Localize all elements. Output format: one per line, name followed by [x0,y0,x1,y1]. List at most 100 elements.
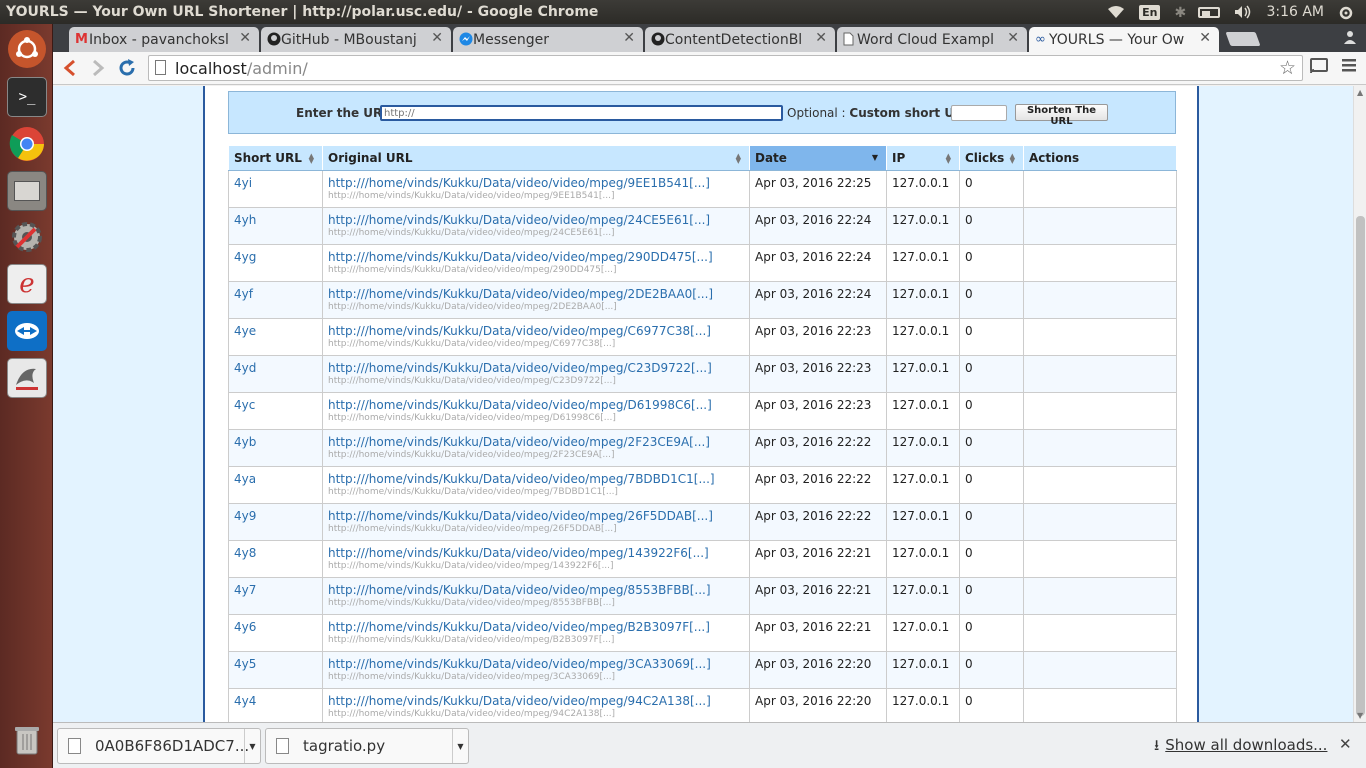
close-icon[interactable]: ✕ [431,30,443,46]
tab-inbox[interactable]: M Inbox - pavanchoksl ✕ [69,27,259,52]
reload-button[interactable] [115,56,139,80]
tab-messenger[interactable]: Messenger ✕ [453,27,643,52]
original-url-link[interactable]: http:///home/vinds/Kukku/Data/video/vide… [328,472,715,486]
column-header-ip[interactable]: IP ▲ ▼ [886,145,960,171]
sort-desc-icon: ▼ [871,153,878,162]
ip-cell: 127.0.0.1 [886,503,960,541]
vertical-scrollbar[interactable]: ▲ ▼ [1353,86,1366,722]
ip-cell: 127.0.0.1 [886,466,960,504]
ubuntu-dash-icon[interactable] [8,30,46,68]
clock[interactable]: 3:16 AM [1266,4,1324,20]
short-url-link[interactable]: 4ya [234,472,256,486]
optional-label: Optional : Custom short URL: [787,106,976,120]
scroll-up-icon[interactable]: ▲ [1357,88,1363,97]
menu-icon[interactable] [1341,57,1357,78]
date-cell: Apr 03, 2016 22:21 [749,614,887,652]
original-url-link[interactable]: http:///home/vinds/Kukku/Data/video/vide… [328,287,713,301]
original-url-link[interactable]: http:///home/vinds/Kukku/Data/video/vide… [328,657,711,671]
short-url-link[interactable]: 4yf [234,287,253,301]
short-url-link[interactable]: 4y7 [234,583,256,597]
close-icon[interactable]: ✕ [623,30,635,46]
show-all-downloads-link[interactable]: ⭳ Show all downloads... [1154,735,1327,760]
short-url-link[interactable]: 4yg [234,250,256,264]
original-url-link[interactable]: http:///home/vinds/Kukku/Data/video/vide… [328,620,710,634]
tab-yourls[interactable]: ∞ YOURLS — Your Ow ✕ [1029,27,1219,52]
teamviewer-icon[interactable] [7,311,47,351]
terminal-icon[interactable]: >_ [7,77,47,117]
tab-word-cloud[interactable]: Word Cloud Exampl ✕ [837,27,1027,52]
close-icon[interactable]: ✕ [1007,30,1019,46]
close-icon[interactable]: ✕ [239,30,251,46]
table-row: 4yh http:///home/vinds/Kukku/Data/video/v… [228,207,1177,245]
original-url-link[interactable]: http:///home/vinds/Kukku/Data/video/vide… [328,583,711,597]
bookmark-star-icon[interactable]: ☆ [1279,57,1296,79]
original-url-link[interactable]: http:///home/vinds/Kukku/Data/video/vide… [328,361,712,375]
short-url-link[interactable]: 4y9 [234,509,256,523]
date-cell: Apr 03, 2016 22:24 [749,244,887,282]
short-url-cell: 4ya [228,466,323,504]
scrollbar-thumb[interactable] [1356,216,1365,716]
download-item[interactable]: 0A0B6F86D1ADC7... ▼ [57,728,261,764]
battery-icon[interactable] [1198,6,1221,18]
original-url-link[interactable]: http:///home/vinds/Kukku/Data/video/vide… [328,324,711,338]
new-tab-button[interactable] [1225,32,1261,46]
short-url-link[interactable]: 4yd [234,361,256,375]
column-header-date[interactable]: Date ▼ [749,145,887,171]
profile-icon[interactable] [1342,29,1358,45]
download-item[interactable]: tagratio.py ▼ [265,728,469,764]
address-bar[interactable]: localhost/admin/ ☆ [148,55,1303,81]
forward-button[interactable] [86,56,110,80]
close-icon[interactable]: ✕ [1199,30,1211,46]
keyboard-layout-indicator[interactable]: En [1139,4,1161,20]
original-url-link[interactable]: http:///home/vinds/Kukku/Data/video/vide… [328,546,709,560]
volume-icon[interactable] [1234,5,1252,19]
short-url-cell: 4y5 [228,651,323,689]
short-url-link[interactable]: 4y5 [234,657,256,671]
short-url-link[interactable]: 4yh [234,213,256,227]
short-url-link[interactable]: 4y8 [234,546,256,560]
original-url-link[interactable]: http:///home/vinds/Kukku/Data/video/vide… [328,213,710,227]
original-url-link[interactable]: http:///home/vinds/Kukku/Data/video/vide… [328,176,710,190]
back-button[interactable] [58,56,82,80]
mysql-workbench-icon[interactable] [7,358,47,398]
chevron-down-icon[interactable]: ▼ [452,729,468,763]
shorten-url-button[interactable]: Shorten The URL [1015,104,1108,127]
short-url-link[interactable]: 4y6 [234,620,256,634]
column-header-clicks[interactable]: Clicks ▲ ▼ [959,145,1024,171]
text-editor-icon[interactable]: e [7,264,47,304]
power-gear-icon[interactable] [1338,5,1356,20]
page-icon [155,60,166,75]
short-url-link[interactable]: 4yb [234,435,256,449]
scroll-down-icon[interactable]: ▼ [1357,711,1363,720]
url-input[interactable] [380,105,783,121]
original-url-link[interactable]: http:///home/vinds/Kukku/Data/video/vide… [328,694,711,708]
short-url-link[interactable]: 4y4 [234,694,256,708]
short-url-link[interactable]: 4yi [234,176,252,190]
original-url-link[interactable]: http:///home/vinds/Kukku/Data/video/vide… [328,509,713,523]
short-url-link[interactable]: 4ye [234,324,256,338]
close-icon[interactable]: ✕ [1339,735,1352,753]
tab-contentdetection[interactable]: ContentDetectionBl ✕ [645,27,835,52]
window-title: YOURLS — Your Own URL Shortener | http:/… [6,4,599,20]
custom-short-url-input[interactable] [951,105,1007,121]
original-url-link[interactable]: http:///home/vinds/Kukku/Data/video/vide… [328,398,712,412]
tab-github-mboustanj[interactable]: GitHub - MBoustanj ✕ [261,27,451,52]
actions-cell [1023,577,1177,615]
bluetooth-icon[interactable]: ✱ [1174,5,1186,21]
original-url-cell: http:///home/vinds/Kukku/Data/video/vide… [322,577,750,615]
original-url-link[interactable]: http:///home/vinds/Kukku/Data/video/vide… [328,250,713,264]
table-row: 4ye http:///home/vinds/Kukku/Data/video/v… [228,318,1177,356]
original-url-link[interactable]: http:///home/vinds/Kukku/Data/video/vide… [328,435,710,449]
wifi-icon[interactable] [1107,5,1125,19]
column-header-short-url[interactable]: Short URL ▲ ▼ [228,145,323,171]
system-settings-icon[interactable] [7,217,47,257]
cast-icon[interactable] [1309,57,1329,80]
column-header-original-url[interactable]: Original URL ▲ ▼ [322,145,750,171]
trash-icon[interactable] [7,720,47,760]
original-url-cell: http:///home/vinds/Kukku/Data/video/vide… [322,170,750,208]
files-icon[interactable] [7,171,47,211]
short-url-link[interactable]: 4yc [234,398,255,412]
close-icon[interactable]: ✕ [815,30,827,46]
chevron-down-icon[interactable]: ▼ [244,729,260,763]
chrome-icon[interactable] [7,124,47,164]
